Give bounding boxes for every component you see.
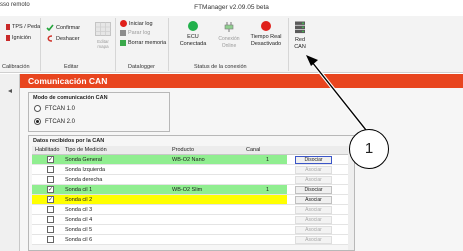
callout-pointer [306,55,368,132]
callout-arrowhead [306,55,318,66]
callout-number: 1 [349,129,389,169]
